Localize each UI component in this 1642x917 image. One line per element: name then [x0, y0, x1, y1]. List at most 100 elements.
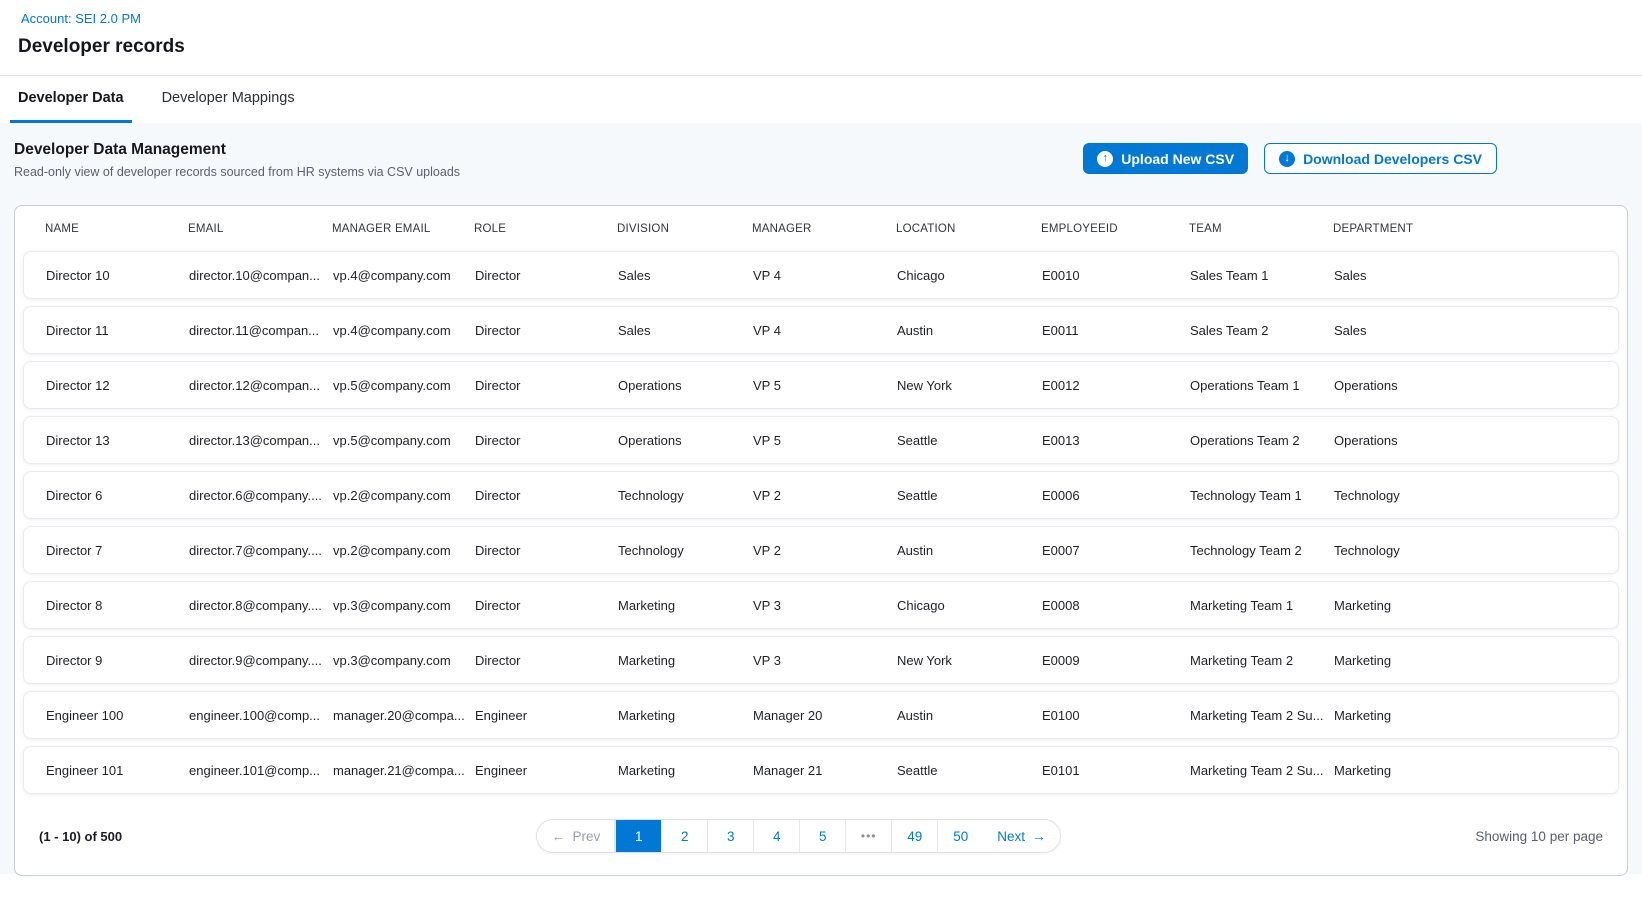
tab-developer-mappings[interactable]: Developer Mappings — [154, 76, 303, 123]
table-cell: Director 9 — [46, 653, 189, 668]
pagination-control: ← Prev 12345•••4950 Next → — [536, 819, 1061, 853]
download-developers-csv-button[interactable]: ↓ Download Developers CSV — [1264, 143, 1497, 174]
table-cell: Operations — [618, 433, 753, 448]
table-cell: Austin — [897, 708, 1042, 723]
table-cell: Director — [475, 488, 618, 503]
table-cell: VP 3 — [753, 598, 897, 613]
table-cell: Technology — [618, 488, 753, 503]
table-cell: vp.4@company.com — [333, 323, 475, 338]
table-cell: Director — [475, 323, 618, 338]
column-header-manager-email: MANAGER EMAIL — [332, 223, 474, 235]
column-header-division: DIVISION — [617, 223, 752, 235]
table-cell: Marketing — [618, 708, 753, 723]
table-cell: Engineer 101 — [46, 763, 189, 778]
page-button[interactable]: 1 — [615, 820, 661, 852]
page-button[interactable]: 5 — [799, 820, 845, 852]
table-cell: vp.3@company.com — [333, 653, 475, 668]
table-row: Director 6director.6@company....vp.2@com… — [23, 471, 1619, 519]
table-cell: Operations — [1334, 378, 1618, 393]
upload-new-csv-button[interactable]: ↑ Upload New CSV — [1083, 143, 1248, 174]
table-cell: engineer.101@comp... — [189, 763, 333, 778]
table-cell: Engineer 100 — [46, 708, 189, 723]
section-subtitle: Read-only view of developer records sour… — [14, 165, 460, 179]
table-cell: Chicago — [897, 598, 1042, 613]
table-cell: Technology Team 1 — [1190, 488, 1334, 503]
developer-data-section: Developer Data Management Read-only view… — [0, 123, 1642, 874]
table-body: Director 10director.10@compan...vp.4@com… — [15, 251, 1627, 794]
table-row: Director 8director.8@company....vp.3@com… — [23, 581, 1619, 629]
table-cell: Austin — [897, 543, 1042, 558]
table-cell: Chicago — [897, 268, 1042, 283]
developer-table-card: NAME EMAIL MANAGER EMAIL ROLE DIVISION M… — [14, 205, 1628, 876]
table-cell: vp.5@company.com — [333, 378, 475, 393]
upload-icon: ↑ — [1097, 151, 1113, 167]
table-cell: VP 4 — [753, 323, 897, 338]
page-button[interactable]: 49 — [891, 820, 937, 852]
arrow-left-icon: ← — [551, 828, 565, 844]
page-button[interactable]: 2 — [661, 820, 707, 852]
table-cell: Director 6 — [46, 488, 189, 503]
table-cell: manager.21@compa... — [333, 763, 475, 778]
section-header-text: Developer Data Management Read-only view… — [14, 141, 460, 179]
table-cell: Marketing — [618, 653, 753, 668]
table-cell: E0012 — [1042, 378, 1190, 393]
results-range-text: (1 - 10) of 500 — [39, 829, 122, 844]
page-button[interactable]: 50 — [937, 820, 983, 852]
next-page-button[interactable]: Next → — [983, 820, 1060, 852]
table-cell: E0100 — [1042, 708, 1190, 723]
table-cell: director.9@company.... — [189, 653, 333, 668]
prev-page-button[interactable]: ← Prev — [537, 820, 614, 852]
account-breadcrumb-link[interactable]: Account: SEI 2.0 PM — [21, 11, 141, 26]
table-cell: Director — [475, 598, 618, 613]
table-cell: E0009 — [1042, 653, 1190, 668]
table-cell: Director — [475, 433, 618, 448]
page-button[interactable]: 4 — [753, 820, 799, 852]
table-cell: Director — [475, 543, 618, 558]
table-cell: Seattle — [897, 488, 1042, 503]
table-cell: vp.3@company.com — [333, 598, 475, 613]
section-title: Developer Data Management — [14, 141, 460, 159]
table-cell: Director 7 — [46, 543, 189, 558]
table-cell: director.7@company.... — [189, 543, 333, 558]
table-cell: Sales — [1334, 323, 1618, 338]
page-title: Developer records — [18, 36, 1622, 58]
page-button[interactable]: 3 — [707, 820, 753, 852]
table-cell: Austin — [897, 323, 1042, 338]
pagination-pages: 12345•••4950 — [614, 820, 983, 852]
table-cell: manager.20@compa... — [333, 708, 475, 723]
table-cell: Marketing — [1334, 598, 1618, 613]
table-cell: Marketing Team 2 Su... — [1190, 763, 1334, 778]
pager-zone: ← Prev 12345•••4950 Next → — [122, 819, 1475, 853]
table-cell: New York — [897, 378, 1042, 393]
table-cell: E0013 — [1042, 433, 1190, 448]
table-cell: Director 10 — [46, 268, 189, 283]
table-cell: VP 4 — [753, 268, 897, 283]
column-header-email: EMAIL — [188, 223, 332, 235]
table-cell: Director — [475, 653, 618, 668]
tab-developer-data[interactable]: Developer Data — [10, 76, 132, 123]
table-cell: Technology — [618, 543, 753, 558]
next-button-label: Next — [997, 829, 1025, 844]
table-row: Director 9director.9@company....vp.3@com… — [23, 636, 1619, 684]
section-header: Developer Data Management Read-only view… — [14, 141, 1628, 179]
upload-button-label: Upload New CSV — [1121, 151, 1234, 167]
table-row: Engineer 101engineer.101@comp...manager.… — [23, 746, 1619, 794]
table-cell: Director 8 — [46, 598, 189, 613]
table-cell: E0011 — [1042, 323, 1190, 338]
table-cell: Operations Team 2 — [1190, 433, 1334, 448]
column-header-location: LOCATION — [896, 223, 1041, 235]
pagination-ellipsis: ••• — [845, 820, 891, 852]
table-cell: Technology — [1334, 488, 1618, 503]
arrow-right-icon: → — [1032, 828, 1046, 844]
table-cell: Marketing — [618, 598, 753, 613]
table-header-row: NAME EMAIL MANAGER EMAIL ROLE DIVISION M… — [15, 206, 1627, 251]
table-cell: E0007 — [1042, 543, 1190, 558]
table-cell: Seattle — [897, 433, 1042, 448]
table-cell: vp.2@company.com — [333, 543, 475, 558]
table-cell: E0008 — [1042, 598, 1190, 613]
table-cell: director.13@compan... — [189, 433, 333, 448]
table-cell: Engineer — [475, 708, 618, 723]
table-cell: Marketing — [1334, 708, 1618, 723]
table-cell: Director 13 — [46, 433, 189, 448]
table-cell: VP 5 — [753, 378, 897, 393]
